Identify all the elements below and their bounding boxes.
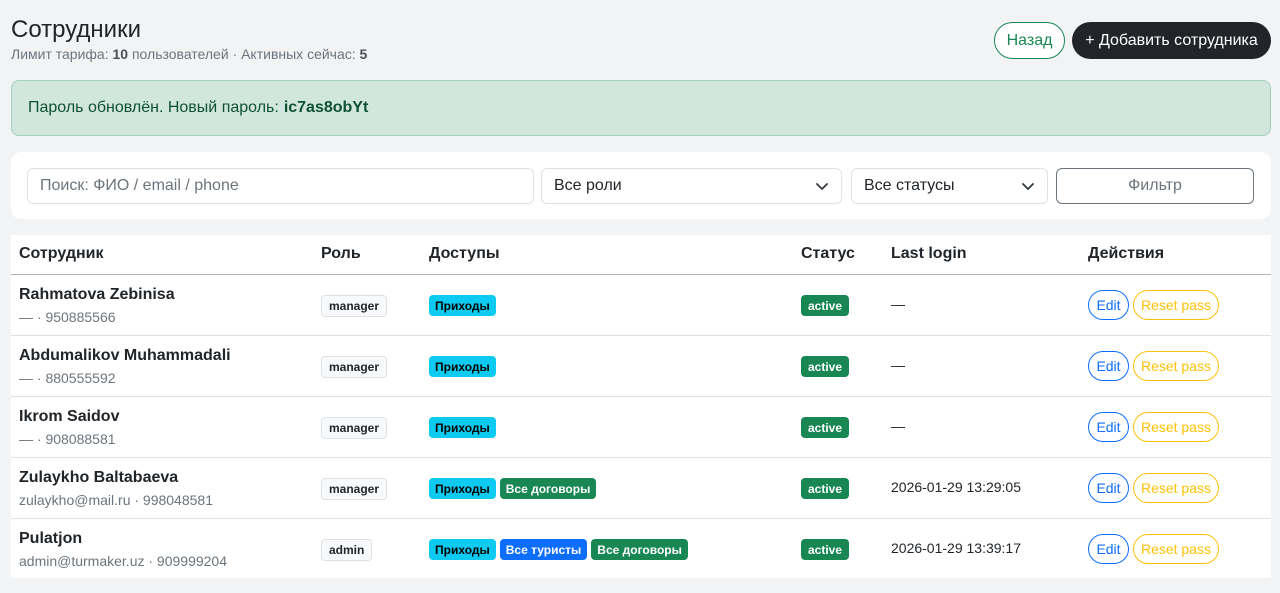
alert-text: Пароль обновлён. Новый пароль: — [28, 99, 279, 116]
reset-pass-button[interactable]: Reset pass — [1133, 534, 1219, 564]
role-badge: admin — [321, 539, 373, 561]
roles-select-value: Все роли — [554, 177, 622, 194]
permissions-list: Приходы — [429, 356, 496, 377]
last-login: 2026-01-29 13:39:17 — [891, 540, 1021, 556]
add-employee-button[interactable]: + Добавить сотрудника — [1072, 22, 1271, 59]
table-row: Rahmatova Zebinisa — · 950885566 manager… — [11, 275, 1271, 336]
chevron-down-icon — [1022, 183, 1034, 190]
permission-badge: Все договоры — [591, 539, 688, 560]
last-login: 2026-01-29 13:29:05 — [891, 479, 1021, 495]
edit-button[interactable]: Edit — [1088, 351, 1129, 381]
employee-contact: — · 880555592 — [19, 370, 116, 386]
edit-button[interactable]: Edit — [1088, 290, 1129, 320]
alert-password: ic7as8obYt — [283, 99, 369, 116]
subtitle-prefix: Лимит тарифа: — [11, 46, 113, 62]
employee-contact: — · 950885566 — [19, 309, 116, 325]
tariff-limit: 10 — [112, 46, 129, 62]
subtitle-mid: пользователей · Активных сейчас: — [128, 46, 360, 62]
permission-badge: Приходы — [429, 417, 496, 438]
employee-name: Abdumalikov Muhammadali — [19, 347, 231, 364]
role-badge: manager — [321, 417, 388, 439]
column-header: Сотрудник — [19, 245, 104, 262]
status-badge: active — [801, 478, 850, 499]
column-header: Last login — [891, 245, 967, 262]
edit-button[interactable]: Edit — [1088, 412, 1129, 442]
edit-button[interactable]: Edit — [1088, 473, 1129, 503]
search-input[interactable] — [27, 168, 534, 204]
permission-badge: Приходы — [429, 356, 496, 377]
column-header: Роль — [321, 245, 361, 262]
back-button[interactable]: Назад — [994, 22, 1065, 59]
last-login: — — [891, 296, 905, 312]
employee-contact: zulaykho@mail.ru · 998048581 — [19, 492, 213, 508]
table-row: Ikrom Saidov — · 908088581 manager Прихо… — [11, 397, 1271, 458]
reset-pass-button[interactable]: Reset pass — [1133, 473, 1219, 503]
last-login: — — [891, 357, 905, 373]
employee-contact: — · 908088581 — [19, 431, 116, 447]
filter-button[interactable]: Фильтр — [1056, 168, 1254, 204]
table-row: Pulatjon admin@turmaker.uz · 909999204 a… — [11, 519, 1271, 580]
edit-button[interactable]: Edit — [1088, 534, 1129, 564]
column-header: Доступы — [429, 245, 500, 262]
reset-pass-button[interactable]: Reset pass — [1133, 351, 1219, 381]
permissions-list: Приходы Все туристы Все договоры — [429, 539, 688, 560]
last-login: — — [891, 418, 905, 434]
table-row: Abdumalikov Muhammadali — · 880555592 ma… — [11, 336, 1271, 397]
status-select[interactable]: Все статусы — [851, 168, 1048, 204]
permission-badge: Все туристы — [499, 539, 588, 560]
filter-card: Все роли Все статусы Фильтр — [11, 152, 1271, 219]
role-badge: manager — [321, 356, 388, 378]
permissions-list: Приходы Все договоры — [429, 478, 597, 499]
table-row: Zulaykho Baltabaeva zulaykho@mail.ru · 9… — [11, 458, 1271, 519]
chevron-down-icon — [816, 183, 828, 190]
status-badge: active — [801, 295, 850, 316]
success-alert: Пароль обновлён. Новый пароль: ic7as8obY… — [11, 80, 1271, 136]
status-badge: active — [801, 539, 850, 560]
employee-name: Rahmatova Zebinisa — [19, 286, 175, 303]
employee-name: Zulaykho Baltabaeva — [19, 469, 179, 486]
active-count: 5 — [359, 46, 368, 62]
status-badge: active — [801, 356, 850, 377]
column-header: Статус — [801, 245, 855, 262]
role-badge: manager — [321, 478, 388, 500]
status-select-value: Все статусы — [864, 177, 955, 194]
page-subtitle: Лимит тарифа: 10 пользователей · Активны… — [11, 45, 367, 63]
page-title: Сотрудники — [11, 16, 141, 43]
employee-contact: admin@turmaker.uz · 909999204 — [19, 553, 227, 569]
status-badge: active — [801, 417, 850, 438]
roles-select[interactable]: Все роли — [541, 168, 842, 204]
employee-name: Ikrom Saidov — [19, 408, 120, 425]
permission-badge: Все договоры — [499, 478, 597, 499]
column-header: Действия — [1088, 245, 1165, 262]
permission-badge: Приходы — [429, 295, 496, 316]
reset-pass-button[interactable]: Reset pass — [1133, 290, 1219, 320]
role-badge: manager — [321, 295, 388, 317]
table-header: Сотрудник Роль Доступы Статус Last login… — [11, 235, 1271, 275]
permission-badge: Приходы — [429, 539, 496, 560]
employee-name: Pulatjon — [19, 530, 83, 547]
permissions-list: Приходы — [429, 417, 496, 438]
employees-table: Сотрудник Роль Доступы Статус Last login… — [11, 235, 1271, 578]
permissions-list: Приходы — [429, 295, 496, 316]
reset-pass-button[interactable]: Reset pass — [1133, 412, 1219, 442]
permission-badge: Приходы — [429, 478, 496, 499]
